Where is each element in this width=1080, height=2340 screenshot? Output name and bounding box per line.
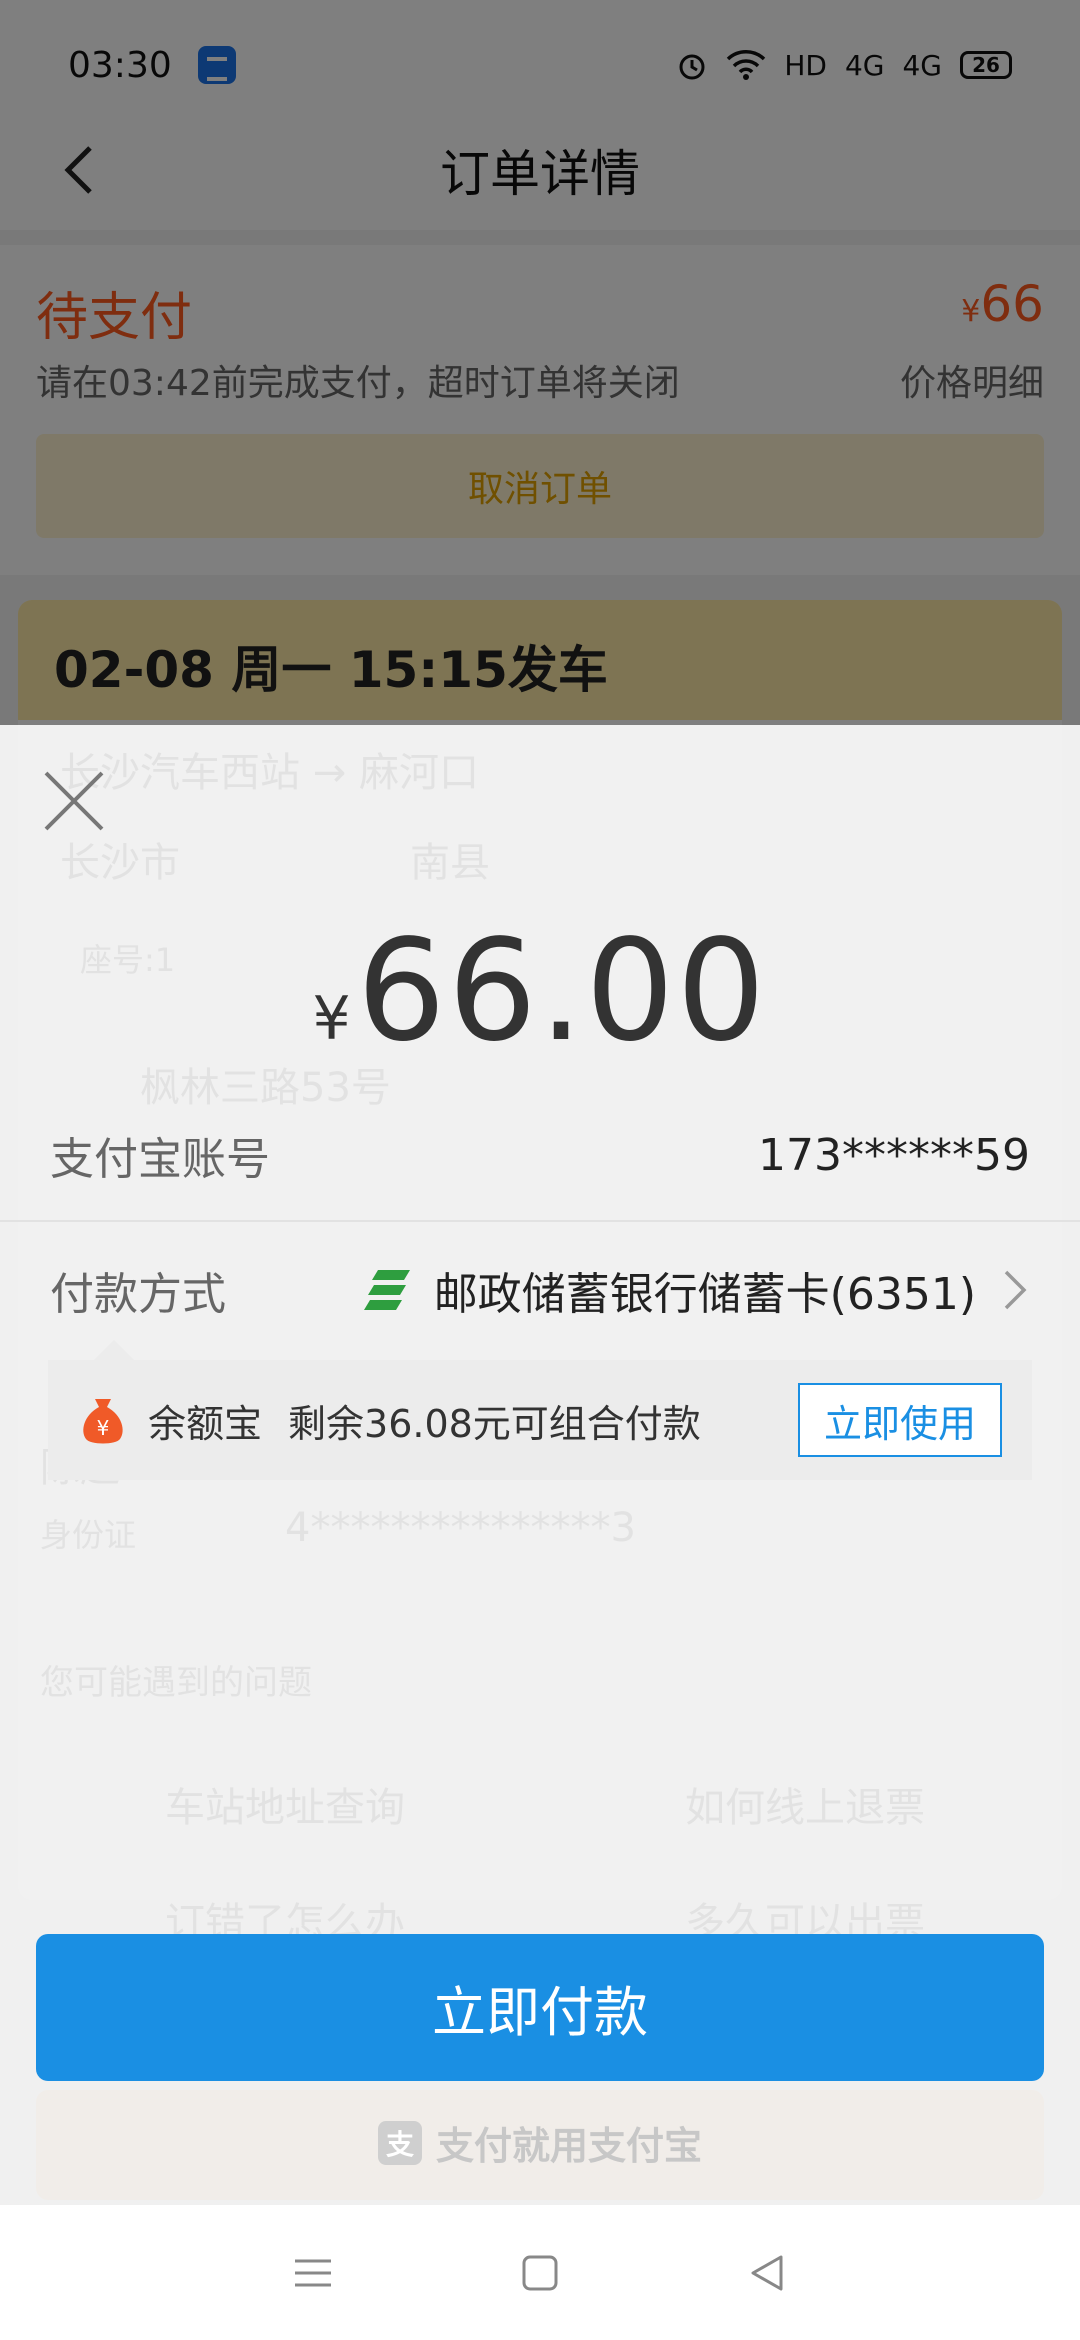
payment-amount: ¥66.00 [0, 910, 1080, 1073]
alipay-brand: 支 支付就用支付宝 [0, 2115, 1080, 2170]
brand-text: 支付就用支付宝 [435, 2124, 702, 2168]
help-title: 您可能遇到的问题 [40, 1663, 312, 1703]
id-label: 身份证 [40, 1516, 137, 1554]
svg-text:¥: ¥ [97, 1416, 110, 1440]
payment-sheet: 长沙汽车西站 → 麻河口 长沙市 南县 座号:1 枫林三路53号 陈超 身份证 … [0, 725, 1080, 2205]
account-label: 支付宝账号 [50, 1134, 270, 1185]
help-item: 车站地址查询 [165, 1785, 405, 1831]
alipay-logo-icon: 支 [377, 2120, 422, 2165]
home-icon[interactable] [518, 2251, 562, 2295]
pay-now-button[interactable]: 立即付款 [36, 1934, 1044, 2081]
chevron-right-icon [1004, 1270, 1027, 1310]
yuebao-desc: 剩余36.08元可组合付款 [288, 1401, 701, 1446]
method-value-group: 邮政储蓄银行储蓄卡(6351) [363, 1258, 1030, 1322]
system-nav-bar [0, 2205, 1080, 2340]
divider [0, 1220, 1080, 1222]
back-triangle-icon[interactable] [745, 2251, 789, 2295]
payment-method-row[interactable]: 付款方式 邮政储蓄银行储蓄卡(6351) [0, 1230, 1080, 1350]
yuebao-suggestion: ¥ 余额宝 剩余36.08元可组合付款 立即使用 [48, 1340, 1032, 1480]
use-now-button[interactable]: 立即使用 [798, 1383, 1002, 1457]
postal-bank-icon [363, 1270, 410, 1310]
close-icon[interactable] [38, 765, 110, 837]
method-label: 付款方式 [50, 1269, 226, 1320]
menu-icon[interactable] [291, 2251, 335, 2295]
destination-city: 南县 [410, 840, 490, 886]
method-value: 邮政储蓄银行储蓄卡(6351) [433, 1269, 976, 1320]
yuebao-name: 余额宝 [148, 1401, 263, 1446]
id-number: 4***************3 [285, 1505, 636, 1551]
money-bag-icon: ¥ [83, 1399, 123, 1444]
alipay-account-row: 支付宝账号 173******59 [0, 1095, 1080, 1215]
help-item: 如何线上退票 [685, 1785, 925, 1831]
payment-amount-value: 66.00 [356, 910, 768, 1073]
payment-currency: ¥ [312, 984, 351, 1054]
origin-city: 长沙市 [60, 840, 180, 886]
trip-route: 长沙汽车西站 → 麻河口 [60, 750, 479, 796]
account-value: 173******59 [758, 1129, 1030, 1181]
